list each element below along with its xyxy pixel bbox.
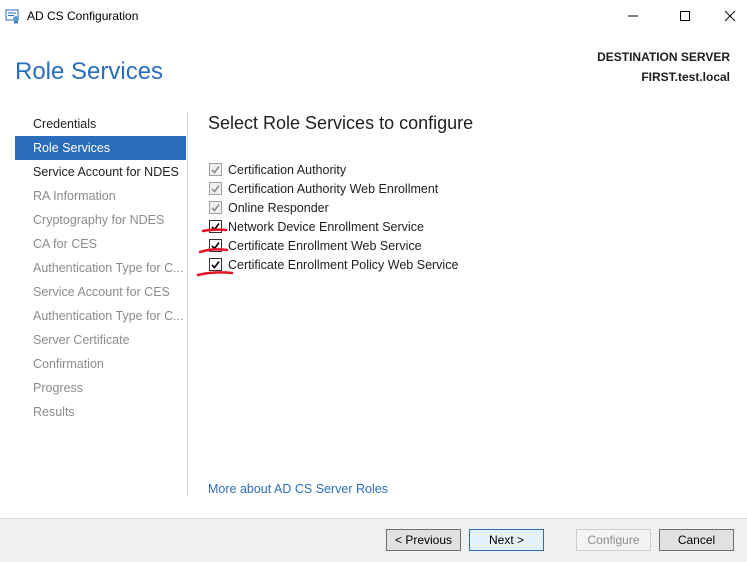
maximize-button[interactable]: [662, 0, 708, 32]
role-checkbox-row[interactable]: Certificate Enrollment Policy Web Servic…: [209, 255, 458, 274]
destination-server-name: FIRST.test.local: [641, 70, 730, 84]
sidebar-item: Confirmation: [33, 357, 104, 371]
wizard-footer: < Previous Next > Configure Cancel: [0, 518, 747, 562]
nav-divider: [187, 112, 188, 497]
page-title: Role Services: [15, 58, 164, 85]
checkmark-icon: [211, 261, 220, 269]
section-title: Select Role Services to configure: [208, 113, 474, 133]
sidebar-item: Server Certificate: [33, 333, 130, 347]
sidebar-item[interactable]: Service Account for NDES: [15, 160, 186, 184]
role-label: Certificate Enrollment Policy Web Servic…: [228, 257, 459, 272]
sidebar-item: Progress: [33, 381, 84, 395]
sidebar-item[interactable]: Role Services: [15, 136, 186, 160]
role-label: Network Device Enrollment Service: [228, 219, 424, 234]
role-label: Online Responder: [228, 200, 329, 215]
role-checkbox-row: Certification Authority: [209, 160, 458, 179]
cancel-button[interactable]: Cancel: [659, 529, 734, 551]
checkmark-icon: [211, 204, 220, 212]
minimize-icon: [628, 15, 638, 17]
checkmark-icon: [211, 185, 220, 193]
sidebar-item: CA for CES: [33, 237, 97, 251]
configure-button[interactable]: Configure: [576, 529, 651, 551]
more-about-roles-link[interactable]: More about AD CS Server Roles: [208, 482, 388, 496]
sidebar-item: Cryptography for NDES: [33, 213, 165, 227]
role-label: Certification Authority Web Enrollment: [228, 181, 439, 196]
next-button[interactable]: Next >: [469, 529, 544, 551]
checkmark-icon: [211, 242, 220, 250]
role-checkbox: [209, 201, 222, 214]
checkmark-icon: [211, 223, 220, 231]
role-services-list: Certification Authority Certification Aut…: [209, 160, 458, 274]
previous-button[interactable]: < Previous: [386, 529, 461, 551]
close-icon: [724, 10, 736, 22]
role-label: Certificate Enrollment Web Service: [228, 238, 422, 253]
wizard-nav: Credentials Role Services Service Account …: [15, 112, 186, 424]
maximize-icon: [680, 11, 690, 21]
sidebar-item: Service Account for CES: [33, 285, 170, 299]
role-checkbox-row: Certification Authority Web Enrollment: [209, 179, 458, 198]
sidebar-item: RA Information: [33, 189, 116, 203]
sidebar-item: Authentication Type for C...: [33, 261, 184, 275]
role-label: Certification Authority: [228, 162, 347, 177]
role-checkbox-row[interactable]: Network Device Enrollment Service: [209, 217, 458, 236]
close-button[interactable]: [707, 0, 747, 32]
title-bar: AD CS Configuration: [0, 0, 747, 32]
minimize-button[interactable]: [610, 0, 656, 32]
sidebar-item: Results: [33, 405, 75, 419]
window-title: AD CS Configuration: [27, 9, 139, 23]
destination-server-label: DESTINATION SERVER: [597, 50, 730, 64]
role-checkbox: [209, 163, 222, 176]
role-checkbox[interactable]: [209, 239, 222, 252]
role-checkbox-row: Online Responder: [209, 198, 458, 217]
certificate-app-icon: [5, 8, 21, 24]
role-checkbox[interactable]: [209, 220, 222, 233]
role-checkbox: [209, 182, 222, 195]
sidebar-item[interactable]: Credentials: [15, 112, 186, 136]
checkmark-icon: [211, 166, 220, 174]
role-checkbox-row[interactable]: Certificate Enrollment Web Service: [209, 236, 458, 255]
sidebar-item: Authentication Type for C...: [33, 309, 184, 323]
role-checkbox[interactable]: [209, 258, 222, 271]
